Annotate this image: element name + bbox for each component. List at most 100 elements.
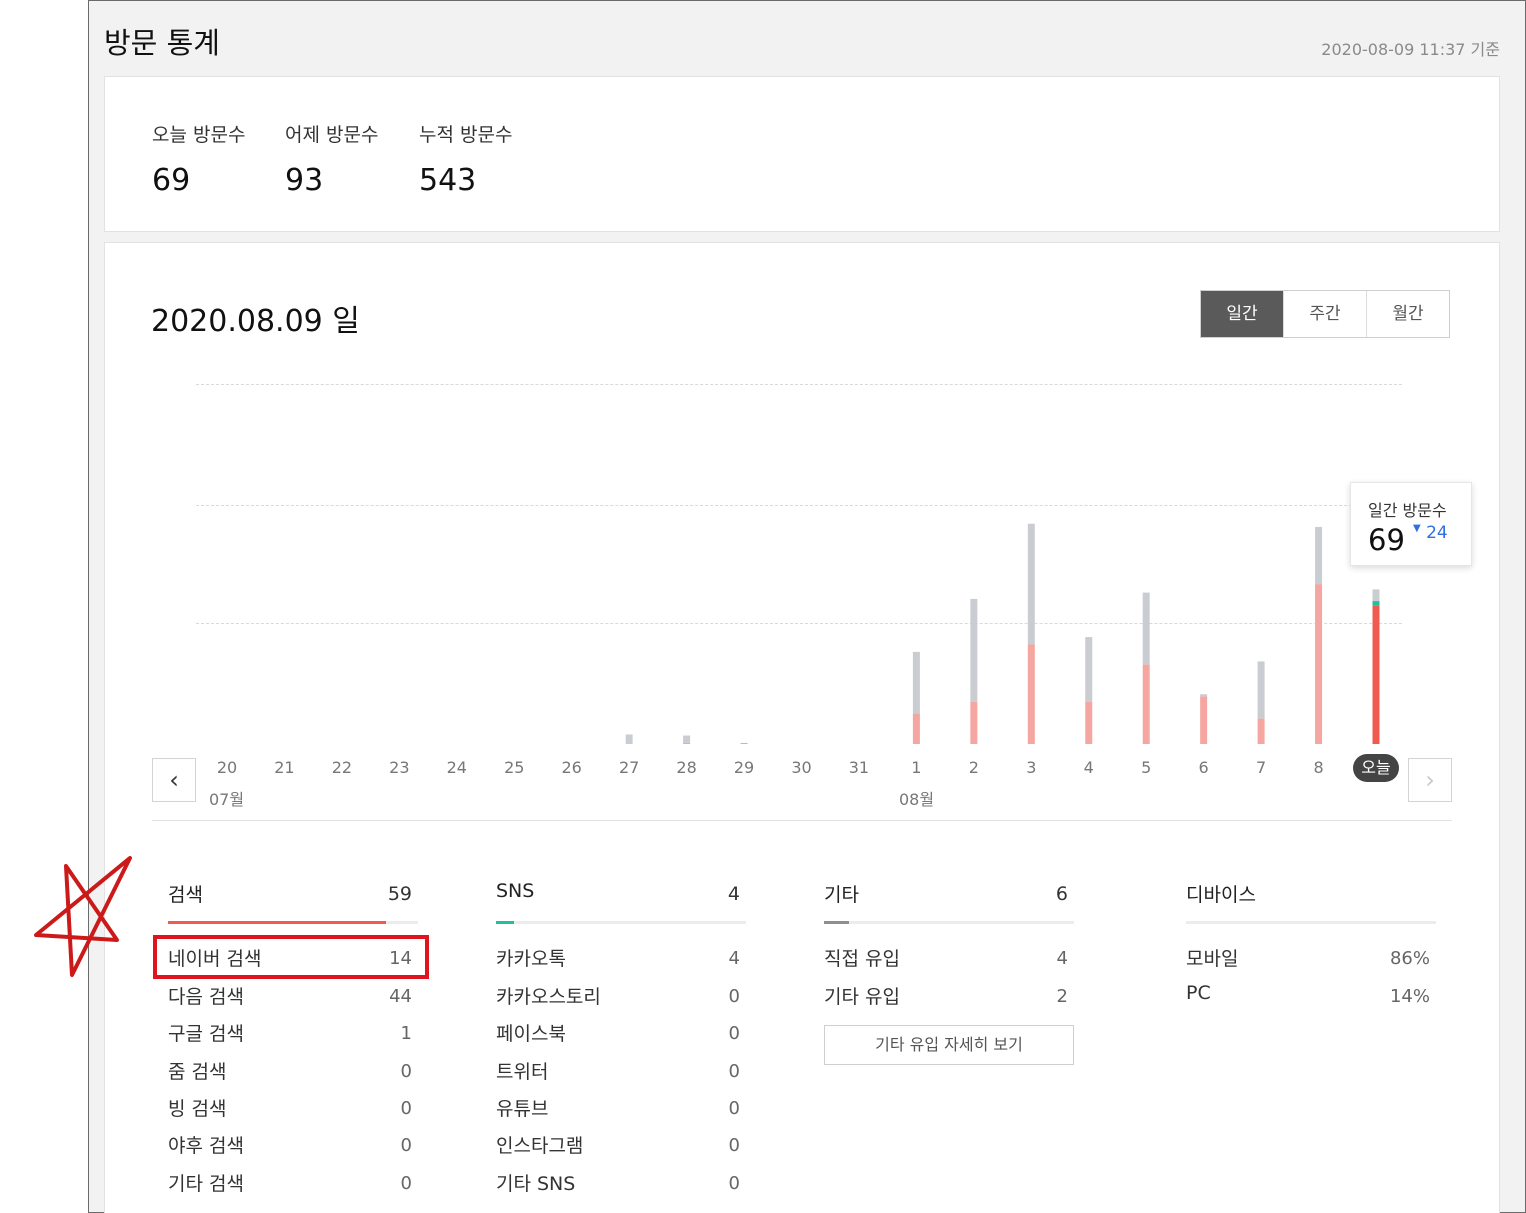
list-item-label: 카카오스토리 [496, 986, 601, 1008]
bar-기타-1[interactable] [912, 651, 920, 714]
bar-검색-오늘[interactable] [1372, 605, 1380, 744]
bar-기타-2[interactable] [970, 598, 978, 702]
list-item-value: 0 [728, 1061, 740, 1082]
x-tick-label[interactable]: 30 [782, 758, 822, 777]
x-tick-label[interactable]: 20 [207, 758, 247, 777]
highlight-box [153, 935, 429, 979]
x-tick-label[interactable]: 21 [264, 758, 304, 777]
x-tick-label[interactable]: 3 [1011, 758, 1051, 777]
list-item-value: 0 [728, 986, 740, 1007]
list-item-value: 0 [728, 1023, 740, 1044]
list-item-value: 4 [1056, 948, 1068, 969]
chevron-right-icon: › [1425, 766, 1435, 794]
bar-기타-8[interactable] [1315, 526, 1323, 585]
x-tick-label[interactable]: 8 [1299, 758, 1339, 777]
x-tick-label[interactable]: 31 [839, 758, 879, 777]
bar-검색-1[interactable] [912, 713, 920, 744]
sns-progress-fill [496, 921, 514, 924]
chevron-left-icon: ‹ [169, 766, 179, 794]
hand-drawn-star [34, 856, 132, 977]
list-item-label: 빙 검색 [168, 1098, 227, 1120]
month-label: 08월 [899, 790, 935, 809]
search-progress-fill [168, 921, 386, 924]
list-item-label: 유튜브 [496, 1098, 549, 1120]
chart-tooltip: 일간 방문수 69 ▼ 24 [1350, 482, 1472, 566]
bar-검색-2[interactable] [970, 701, 978, 744]
list-item-label: 기타 유입 [824, 986, 900, 1008]
x-tick-label[interactable]: 5 [1126, 758, 1166, 777]
device-progress-track [1186, 921, 1436, 924]
triangle-down-icon: ▼ [1413, 523, 1421, 534]
bar-검색-4[interactable] [1085, 701, 1093, 744]
x-tick-label[interactable]: 1 [896, 758, 936, 777]
tooltip-diff-value: 24 [1426, 523, 1448, 543]
bar-검색-6[interactable] [1200, 696, 1208, 744]
tooltip-diff: ▼ 24 [1413, 523, 1448, 543]
bar-기타-28[interactable] [683, 735, 691, 743]
bar-검색-8[interactable] [1315, 584, 1323, 744]
bar-기타-3[interactable] [1027, 523, 1035, 645]
list-item-value: 0 [400, 1061, 412, 1082]
bar-검색-3[interactable] [1027, 644, 1035, 744]
bar-검색-5[interactable] [1142, 664, 1150, 744]
list-item-value: 4 [728, 948, 740, 969]
section-divider [152, 820, 1452, 821]
chart-next-button[interactable]: › [1408, 758, 1452, 802]
x-tick-label[interactable]: 27 [609, 758, 649, 777]
month-label: 07월 [209, 790, 245, 809]
list-item-value: 0 [400, 1098, 412, 1119]
list-item-value: 0 [400, 1173, 412, 1194]
list-item-label: 줌 검색 [168, 1061, 227, 1083]
bar-SNS-오늘[interactable] [1372, 601, 1380, 606]
device-column-title: 디바이스 [1186, 884, 1256, 906]
bar-검색-28[interactable] [683, 742, 691, 744]
other-progress-fill [824, 921, 849, 924]
bar-기타-6[interactable] [1200, 694, 1208, 697]
list-item-label: 기타 SNS [496, 1173, 576, 1195]
list-item-value: 2 [1056, 986, 1068, 1007]
x-tick-label[interactable]: 4 [1069, 758, 1109, 777]
x-tick-label[interactable]: 25 [494, 758, 534, 777]
tooltip-label: 일간 방문수 [1368, 501, 1447, 520]
list-item-label: 인스타그램 [496, 1135, 584, 1157]
other-progress-track [824, 921, 1074, 924]
bar-기타-27[interactable] [625, 734, 633, 744]
list-item-value: 0 [400, 1135, 412, 1156]
sns-column-total: 4 [727, 883, 740, 905]
search-column-total: 59 [387, 883, 412, 905]
bar-검색-7[interactable] [1257, 718, 1265, 744]
tooltip-value: 69 [1368, 523, 1405, 557]
search-column-title: 검색 [168, 884, 203, 906]
x-tick-label[interactable]: 7 [1241, 758, 1281, 777]
list-item-label: 야후 검색 [168, 1135, 244, 1157]
list-item-label: 모바일 [1186, 948, 1239, 970]
search-progress-track [168, 921, 418, 924]
x-tick-label[interactable]: 6 [1184, 758, 1224, 777]
list-item-label: PC [1186, 982, 1211, 1004]
x-tick-label[interactable]: 23 [379, 758, 419, 777]
list-item-label: 다음 검색 [168, 986, 244, 1008]
bar-기타-오늘[interactable] [1372, 589, 1380, 602]
bar-기타-7[interactable] [1257, 661, 1265, 719]
x-tick-label[interactable]: 2 [954, 758, 994, 777]
other-inflow-detail-button[interactable]: 기타 유입 자세히 보기 [824, 1025, 1074, 1065]
list-item-value: 86% [1389, 948, 1430, 969]
other-column-title: 기타 [824, 884, 859, 906]
sns-progress-track [496, 921, 746, 924]
bar-기타-5[interactable] [1142, 592, 1150, 665]
list-item-value: 44 [389, 986, 412, 1007]
x-tick-label[interactable]: 28 [667, 758, 707, 777]
x-tick-label[interactable]: 24 [437, 758, 477, 777]
x-tick-label[interactable]: 29 [724, 758, 764, 777]
bar-기타-4[interactable] [1085, 637, 1093, 702]
x-tick-label[interactable]: 오늘 [1353, 754, 1399, 782]
star-annotation [34, 856, 132, 977]
list-item-label: 기타 검색 [168, 1173, 244, 1195]
x-tick-label[interactable]: 26 [552, 758, 592, 777]
list-item-label: 트위터 [496, 1061, 549, 1083]
list-item-value: 14% [1389, 986, 1430, 1007]
bar-검색-29[interactable] [740, 742, 748, 744]
x-tick-label[interactable]: 22 [322, 758, 362, 777]
list-item-label: 페이스북 [496, 1023, 566, 1045]
list-item-label: 구글 검색 [168, 1023, 244, 1045]
